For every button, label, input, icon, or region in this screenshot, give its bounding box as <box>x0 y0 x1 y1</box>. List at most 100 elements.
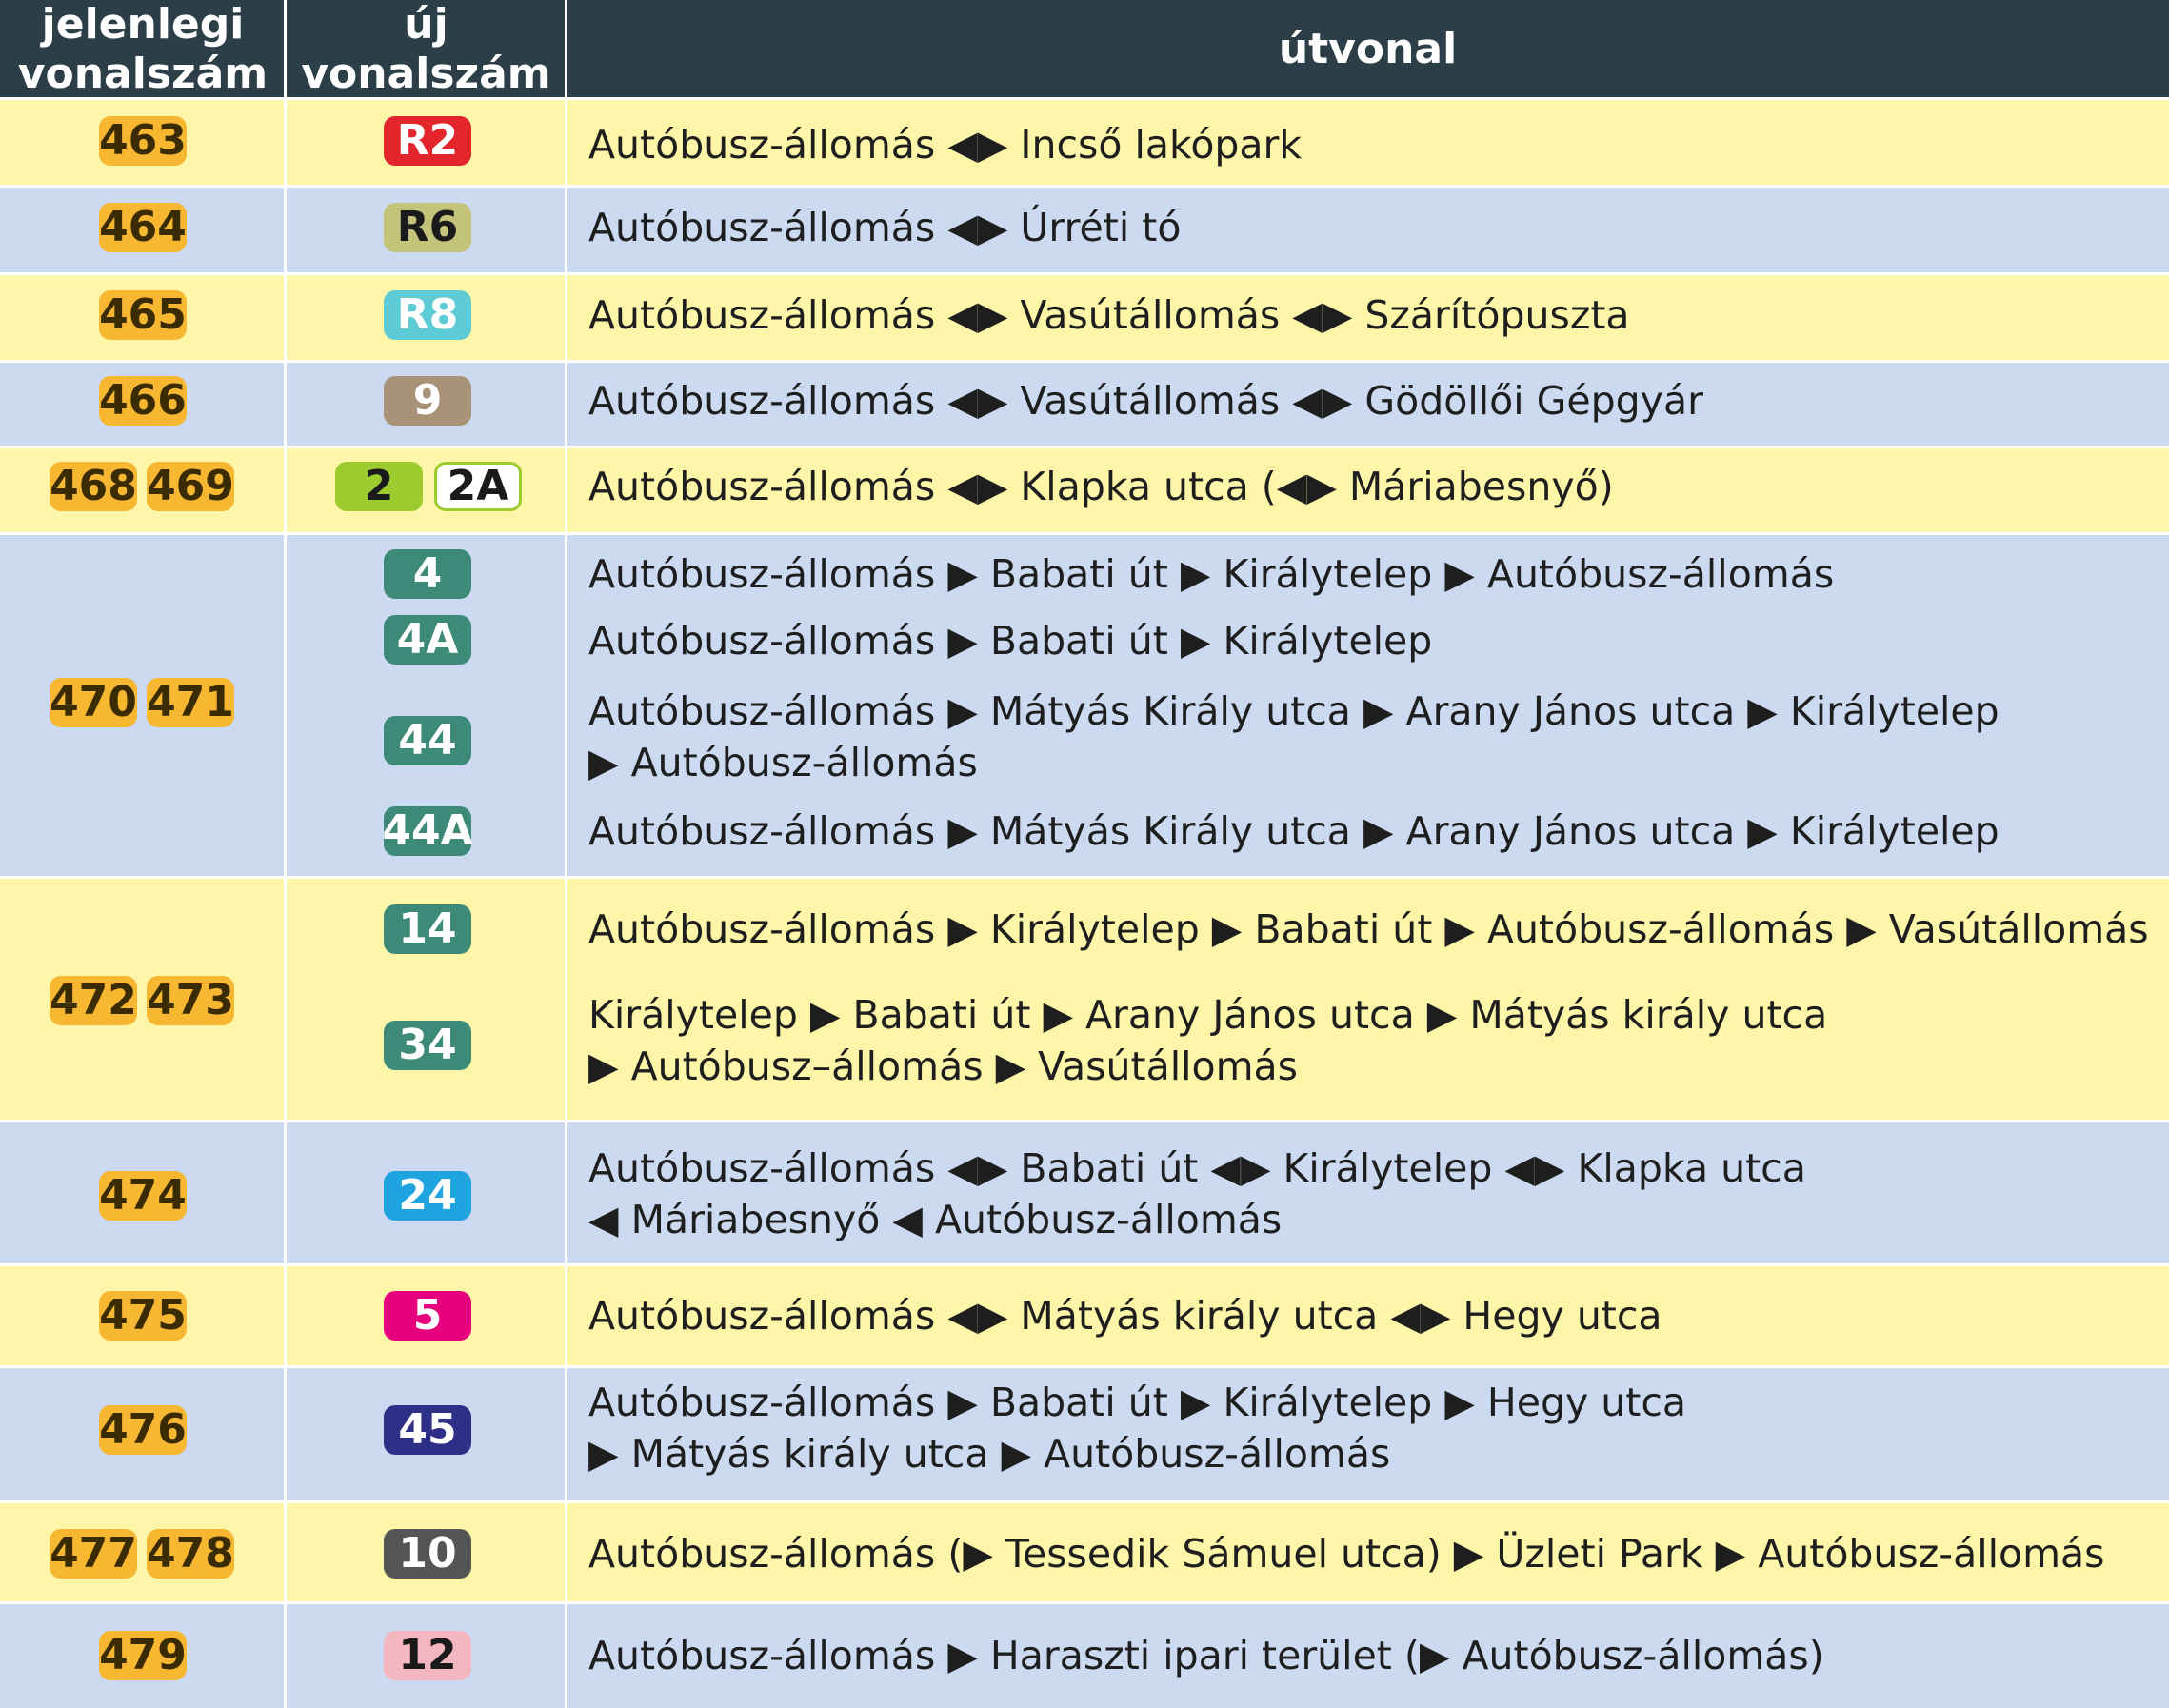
row-divider <box>0 446 2169 448</box>
new-line-badge: 44A <box>382 806 473 856</box>
new-line-badge: 14 <box>384 904 471 954</box>
table-row: 468 469 2 2A Autóbusz-állomás ◀▶ Klapka utca… <box>0 447 2169 533</box>
route-description: Autóbusz-állomás ◀▶ Babati út ◀▶ Királyt… <box>588 1145 1806 1242</box>
new-line-badge: R8 <box>384 290 471 340</box>
table-row: 476 45 Autóbusz-állomás ▶ Babati út ▶ Kirá… <box>0 1366 2169 1501</box>
column-divider <box>565 877 567 1121</box>
route-description: Autóbusz-állomás ▶ Mátyás Király utca ▶ … <box>588 808 2000 854</box>
new-line-badge: 2A <box>434 462 522 511</box>
new-line-badge: R2 <box>384 116 471 166</box>
row-divider <box>0 1365 2169 1368</box>
current-line-number: 464 <box>99 203 187 252</box>
column-divider <box>284 1501 287 1602</box>
column-divider <box>284 447 287 533</box>
column-divider <box>284 1121 287 1264</box>
route-description: Autóbusz-állomás ◀▶ Incső lakópark <box>588 122 1303 168</box>
current-line-number: 477 <box>50 1529 137 1579</box>
new-line-badge: 5 <box>384 1291 471 1341</box>
route-description: Autóbusz-állomás ▶ Mátyás Király utca ▶ … <box>588 688 2000 785</box>
new-line-badge: 2 <box>335 462 423 511</box>
current-line-number: 475 <box>99 1291 187 1341</box>
current-line-number: 478 <box>147 1529 234 1579</box>
row-divider <box>0 185 2169 188</box>
table-row: 474 24 Autóbusz-állomás ◀▶ Babati út ◀▶ Ki… <box>0 1121 2169 1264</box>
row-divider <box>0 876 2169 879</box>
route-description: Autóbusz-állomás ◀▶ Vasútállomás ◀▶ Gödö… <box>588 378 1703 424</box>
header-new-number: új vonalszám <box>286 0 567 98</box>
new-line-badge: 4 <box>384 549 471 599</box>
row-divider <box>0 272 2169 275</box>
column-divider <box>284 361 287 447</box>
current-line-number: 473 <box>147 976 234 1025</box>
column-divider <box>565 98 567 186</box>
current-line-number: 472 <box>50 976 137 1025</box>
column-divider <box>565 447 567 533</box>
new-line-badge: 45 <box>384 1405 471 1455</box>
row-divider <box>0 1120 2169 1122</box>
column-divider <box>565 1121 567 1264</box>
route-description: Autóbusz-állomás ▶ Királytelep ▶ Babati … <box>588 906 2149 952</box>
row-divider <box>0 532 2169 535</box>
table-row: 470 471 4 Autóbusz-állomás ▶ Babati út ▶ Ki… <box>0 533 2169 877</box>
column-divider <box>284 1264 287 1366</box>
table-row: 479 12 Autóbusz-állomás ▶ Haraszti ipari t… <box>0 1602 2169 1708</box>
column-divider <box>565 1366 567 1501</box>
current-line-number: 465 <box>99 290 187 340</box>
new-line-badge: 34 <box>384 1021 471 1070</box>
column-divider <box>565 361 567 447</box>
table-row: 463 R2 Autóbusz-állomás ◀▶ Incső lakópark <box>0 98 2169 186</box>
column-divider <box>565 273 567 361</box>
column-divider <box>284 1602 287 1708</box>
route-description: Királytelep ▶ Babati út ▶ Arany János ut… <box>588 992 1828 1089</box>
new-line-badge: R6 <box>384 203 471 252</box>
column-divider <box>565 1264 567 1366</box>
current-line-number: 479 <box>99 1631 187 1680</box>
column-divider <box>284 98 287 186</box>
row-divider <box>0 97 2169 100</box>
row-divider <box>0 1500 2169 1503</box>
route-description: Autóbusz-állomás (▶ Tessedik Sámuel utca… <box>588 1531 2105 1577</box>
route-description: Autóbusz-állomás ▶ Babati út ▶ Királytel… <box>588 1380 1687 1477</box>
row-divider <box>0 1601 2169 1604</box>
route-table: jelenlegi vonalszám új vonalszám útvonal… <box>0 0 2169 1708</box>
table-row: 464 R6 Autóbusz-állomás ◀▶ Úrréti tó <box>0 186 2169 273</box>
current-line-number: 469 <box>147 462 234 511</box>
new-line-badge: 9 <box>384 376 471 426</box>
row-divider <box>0 1263 2169 1266</box>
header-current-number: jelenlegi vonalszám <box>0 0 286 98</box>
column-divider <box>284 1366 287 1501</box>
route-description: Autóbusz-állomás ◀▶ Mátyás király utca ◀… <box>588 1293 1662 1339</box>
current-line-number: 468 <box>50 462 137 511</box>
route-description: Autóbusz-állomás ▶ Babati út ▶ Királytel… <box>588 618 1433 664</box>
new-line-badge: 24 <box>384 1171 471 1221</box>
table-row: 477 478 10 Autóbusz-állomás (▶ Tessedik Sám… <box>0 1501 2169 1602</box>
current-line-number: 476 <box>99 1405 187 1455</box>
route-description: Autóbusz-állomás ▶ Babati út ▶ Királytel… <box>588 551 1835 597</box>
column-divider <box>284 877 287 1121</box>
column-divider <box>284 186 287 273</box>
header-route: útvonal <box>567 0 2169 98</box>
row-divider <box>0 360 2169 363</box>
table-row: 465 R8 Autóbusz-állomás ◀▶ Vasútállomás ◀▶… <box>0 273 2169 361</box>
header-divider <box>284 0 287 98</box>
new-line-badge: 4A <box>384 615 471 665</box>
new-line-badge: 10 <box>384 1529 471 1579</box>
current-line-number: 466 <box>99 376 187 426</box>
table-row: 472 473 14 Autóbusz-állomás ▶ Királytelep ▶… <box>0 877 2169 1121</box>
current-line-number: 471 <box>147 678 234 727</box>
current-line-number: 470 <box>50 678 137 727</box>
table-row: 466 9 Autóbusz-állomás ◀▶ Vasútállomás ◀▶ … <box>0 361 2169 447</box>
new-line-badge: 44 <box>384 716 471 765</box>
route-description: Autóbusz-állomás ◀▶ Klapka utca (◀▶ Mári… <box>588 464 1614 509</box>
new-line-badge: 12 <box>384 1631 471 1680</box>
column-divider <box>565 1501 567 1602</box>
header-divider <box>565 0 567 98</box>
route-description: Autóbusz-állomás ◀▶ Úrréti tó <box>588 205 1182 250</box>
column-divider <box>565 186 567 273</box>
route-description: Autóbusz-állomás ▶ Haraszti ipari terüle… <box>588 1633 1824 1678</box>
current-line-number: 474 <box>99 1171 187 1221</box>
route-description: Autóbusz-állomás ◀▶ Vasútállomás ◀▶ Szár… <box>588 292 1630 338</box>
column-divider <box>284 533 287 877</box>
table-row: 475 5 Autóbusz-állomás ◀▶ Mátyás király ut… <box>0 1264 2169 1366</box>
column-divider <box>565 1602 567 1708</box>
